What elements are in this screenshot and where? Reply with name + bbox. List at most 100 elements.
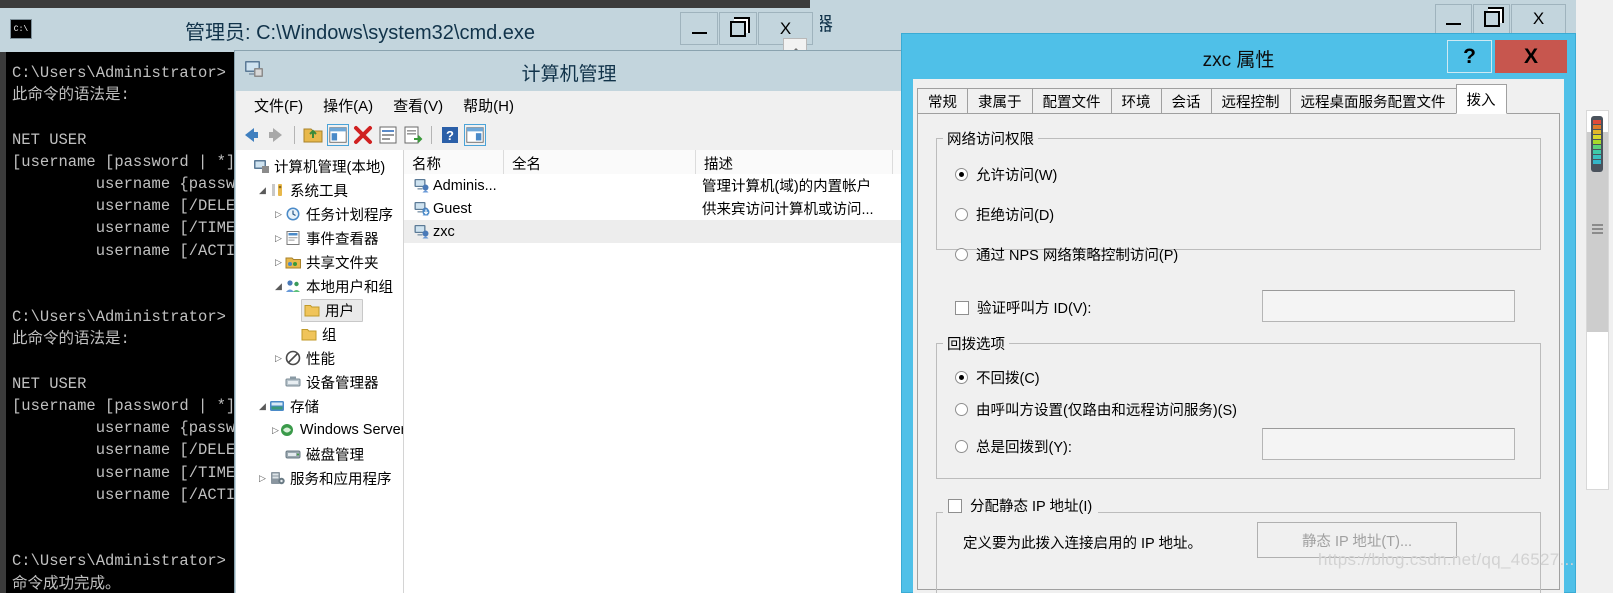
tab-2[interactable]: 配置文件: [1031, 88, 1112, 114]
background-close-button[interactable]: X: [1511, 4, 1566, 34]
properties-icon[interactable]: [377, 124, 399, 146]
close-button[interactable]: X: [1495, 40, 1567, 73]
menu-item-3[interactable]: 帮助(H): [453, 92, 524, 119]
help-icon[interactable]: ?: [439, 124, 461, 146]
menu-item-2[interactable]: 查看(V): [383, 92, 453, 119]
users-list-panel[interactable]: 名称 全名 描述 Adminis... 管理计算机(域)的内置帐户 Guest 供来宾访问…: [404, 150, 902, 593]
radio-allow-access-indicator: [955, 168, 968, 181]
tree-item-content: Windows Server: [279, 422, 403, 438]
show-hide-tree-icon[interactable]: [327, 124, 349, 146]
menu-item-0[interactable]: 文件(F): [244, 92, 313, 119]
tree-item-7[interactable]: 组: [236, 322, 403, 346]
background-restore-button[interactable]: [1473, 4, 1510, 34]
up-folder-icon[interactable]: [302, 124, 324, 146]
tree-item-content: 事件查看器: [285, 228, 379, 249]
tree-item-content: 用户: [301, 298, 363, 322]
tree-expander-icon[interactable]: ▷: [272, 257, 285, 268]
properties-tabstrip[interactable]: 常规 隶属于 配置文件 环境 会话 远程控制 远程桌面服务配置文件 拨入: [917, 84, 1507, 114]
tab-0[interactable]: 常规: [917, 88, 968, 114]
tree-item-content: 服务和应用程序: [269, 468, 392, 489]
tree-item-12[interactable]: 磁盘管理: [236, 442, 403, 466]
tab-5[interactable]: 远程控制: [1210, 88, 1291, 114]
tree-expander-icon[interactable]: ◢: [256, 401, 269, 412]
back-arrow-icon[interactable]: [240, 124, 262, 146]
tree-item-13[interactable]: ▷ 服务和应用程序: [236, 466, 403, 490]
tree-item-0[interactable]: 计算机管理(本地): [236, 154, 403, 178]
cmd-minimize-button[interactable]: [680, 12, 718, 45]
radio-no-callback-indicator: [955, 371, 968, 384]
radio-nps-control-access[interactable]: 通过 NPS 网络策略控制访问(P): [955, 244, 1178, 265]
tree-expander-icon[interactable]: ▷: [272, 425, 279, 436]
windows-server-icon: [280, 424, 293, 436]
forward-arrow-icon[interactable]: [265, 124, 287, 146]
table-row[interactable]: Adminis... 管理计算机(域)的内置帐户: [404, 174, 902, 197]
column-header-2[interactable]: 描述: [696, 150, 893, 174]
users-list-rows[interactable]: Adminis... 管理计算机(域)的内置帐户 Guest 供来宾访问计算机或访问.…: [404, 174, 902, 243]
tree-item-5[interactable]: ◢ 本地用户和组: [236, 274, 403, 298]
table-row[interactable]: zxc: [404, 220, 902, 243]
tree-item-label: 任务计划程序: [306, 207, 393, 224]
column-header-1[interactable]: 全名: [504, 150, 696, 174]
table-row[interactable]: Guest 供来宾访问计算机或访问...: [404, 197, 902, 220]
assign-static-ip-checkbox[interactable]: [948, 498, 962, 513]
tab-7[interactable]: 拨入: [1455, 84, 1507, 114]
tree-item-2[interactable]: ▷ 任务计划程序: [236, 202, 403, 226]
tree-expander-icon[interactable]: ▷: [272, 209, 285, 220]
tab-4[interactable]: 会话: [1160, 88, 1212, 114]
tree-item-6[interactable]: 用户: [236, 298, 403, 322]
svg-text:?: ?: [446, 128, 454, 143]
tree-item-1[interactable]: ◢ 系统工具: [236, 178, 403, 202]
tab-3[interactable]: 环境: [1110, 88, 1162, 114]
tools-icon: [272, 184, 282, 196]
column-header-0[interactable]: 名称: [404, 150, 504, 174]
computer-management-titlebar[interactable]: 计算机管理: [235, 51, 903, 91]
radio-deny-access[interactable]: 拒绝访问(D): [955, 204, 1054, 225]
verify-caller-id-row[interactable]: 验证呼叫方 ID(V):: [955, 297, 1091, 318]
assign-static-ip-row[interactable]: 分配静态 IP 地址(I): [946, 495, 1099, 516]
menu-item-1[interactable]: 操作(A): [313, 92, 383, 119]
tree-item-3[interactable]: ▷ 事件查看器: [236, 226, 403, 250]
radio-allow-access[interactable]: 允许访问(W): [955, 164, 1057, 185]
folder-icon: [301, 329, 317, 341]
radio-always-callback-to-label: 总是回拨到(Y):: [976, 440, 1072, 456]
radio-allow-access-label: 允许访问(W): [976, 168, 1058, 184]
always-callback-to-input[interactable]: [1262, 428, 1515, 460]
tree-item-8[interactable]: ▷ 性能: [236, 346, 403, 370]
delete-icon[interactable]: [352, 124, 374, 146]
tree-item-label: 共享文件夹: [306, 255, 379, 272]
tree-item-11[interactable]: ▷ Windows Server: [236, 418, 403, 442]
navigation-tree[interactable]: 计算机管理(本地) ◢ 系统工具 ▷ 任务计划程序 ▷ 事件查看器 ▷ 共享文件夹 ◢ 本地用户和组…: [236, 150, 404, 593]
export-list-icon[interactable]: [402, 124, 424, 146]
help-button[interactable]: ?: [1447, 40, 1492, 73]
device-manager-icon: [285, 376, 301, 387]
tree-expander-icon[interactable]: ◢: [256, 185, 269, 196]
radio-no-callback-label: 不回拨(C): [976, 371, 1040, 387]
tree-expander-icon[interactable]: ▷: [272, 233, 285, 244]
users-groups-icon: [286, 280, 300, 292]
cmd-restore-button[interactable]: [719, 12, 757, 45]
tree-expander-icon[interactable]: ▷: [272, 353, 285, 364]
verify-caller-id-input[interactable]: [1262, 290, 1515, 322]
computer-management-body: 计算机管理(本地) ◢ 系统工具 ▷ 任务计划程序 ▷ 事件查看器 ▷ 共享文件夹 ◢ 本地用户和组…: [236, 150, 902, 593]
tree-item-9[interactable]: 设备管理器: [236, 370, 403, 394]
tree-expander-icon[interactable]: ▷: [256, 473, 269, 484]
tab-1[interactable]: 隶属于: [967, 88, 1033, 114]
verify-caller-id-checkbox[interactable]: [955, 300, 969, 315]
radio-always-callback-to[interactable]: 总是回拨到(Y):: [955, 436, 1072, 457]
tree-expander-icon[interactable]: ◢: [272, 281, 285, 292]
background-minimize-button[interactable]: [1435, 4, 1472, 34]
static-ip-description: 定义要为此拨入连接启用的 IP 地址。: [963, 536, 1202, 552]
show-action-pane-icon[interactable]: [464, 124, 486, 146]
tree-item-10[interactable]: ◢ 存储: [236, 394, 403, 418]
radio-set-by-caller[interactable]: 由呼叫方设置(仅路由和远程访问服务)(S): [955, 399, 1237, 420]
verify-caller-id-label: 验证呼叫方 ID(V):: [977, 301, 1092, 317]
tree-item-label: 设备管理器: [306, 375, 379, 392]
tree-item-label: 用户: [325, 303, 354, 320]
tab-6[interactable]: 远程桌面服务配置文件: [1289, 88, 1457, 114]
tree-item-4[interactable]: ▷ 共享文件夹: [236, 250, 403, 274]
radio-no-callback[interactable]: 不回拨(C): [955, 367, 1040, 388]
user-icon: [414, 225, 429, 239]
radio-always-callback-to-indicator: [955, 440, 968, 453]
cell-name-label: zxc: [433, 223, 455, 240]
cell-name: Adminis...: [404, 178, 504, 194]
